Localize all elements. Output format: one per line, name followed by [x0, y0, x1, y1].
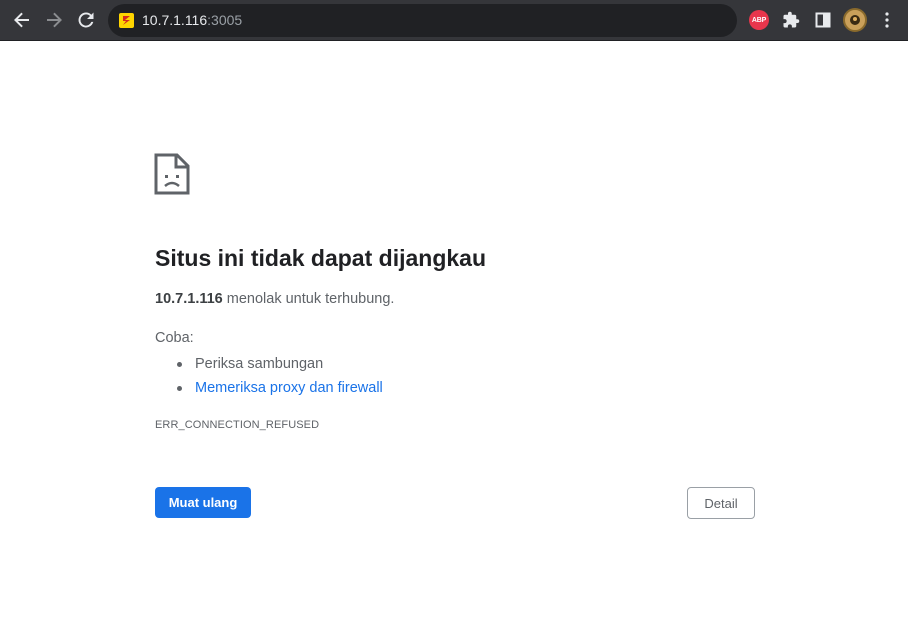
forward-button[interactable] [40, 6, 68, 34]
suggestion-check-proxy-firewall-link[interactable]: Memeriksa proxy dan firewall [155, 376, 383, 400]
back-button[interactable] [8, 6, 36, 34]
url-text[interactable]: 10.7.1.116:3005 [142, 12, 242, 29]
error-title: Situs ini tidak dapat dijangkau [155, 245, 486, 271]
abp-extension-icon[interactable]: ABP [749, 10, 769, 30]
error-summary-text: menolak untuk terhubung. [222, 291, 395, 307]
try-label: Coba: [155, 330, 194, 346]
address-bar[interactable]: 10.7.1.116:3005 [108, 4, 737, 37]
reload-button[interactable] [72, 6, 100, 34]
error-host: 10.7.1.116 [155, 291, 223, 307]
suggestions-list: Periksa sambungan Memeriksa proxy dan fi… [155, 352, 383, 400]
back-arrow-icon [14, 12, 29, 28]
error-summary: 10.7.1.116 menolak untuk terhubung. [155, 290, 394, 308]
more-menu-button[interactable] [875, 8, 899, 32]
side-panel-button[interactable] [811, 8, 835, 32]
profile-avatar-icon[interactable] [843, 8, 867, 32]
details-button[interactable]: Detail [687, 487, 755, 519]
side-panel-icon [815, 12, 831, 28]
reload-page-button[interactable]: Muat ulang [155, 487, 251, 518]
site-favicon-icon[interactable] [119, 13, 134, 28]
reload-icon [78, 12, 94, 28]
more-menu-icon [885, 12, 889, 28]
extensions-puzzle-icon [783, 11, 800, 28]
browser-toolbar: 10.7.1.116:3005 ABP [0, 0, 908, 41]
url-host: 10.7.1.116 [142, 12, 208, 28]
error-code: ERR_CONNECTION_REFUSED [155, 419, 320, 431]
suggestion-check-connection: Periksa sambungan [155, 352, 383, 376]
url-port: :3005 [207, 12, 243, 28]
forward-arrow-icon [47, 12, 62, 28]
extensions-button[interactable] [779, 8, 803, 32]
sad-document-icon [154, 153, 190, 195]
